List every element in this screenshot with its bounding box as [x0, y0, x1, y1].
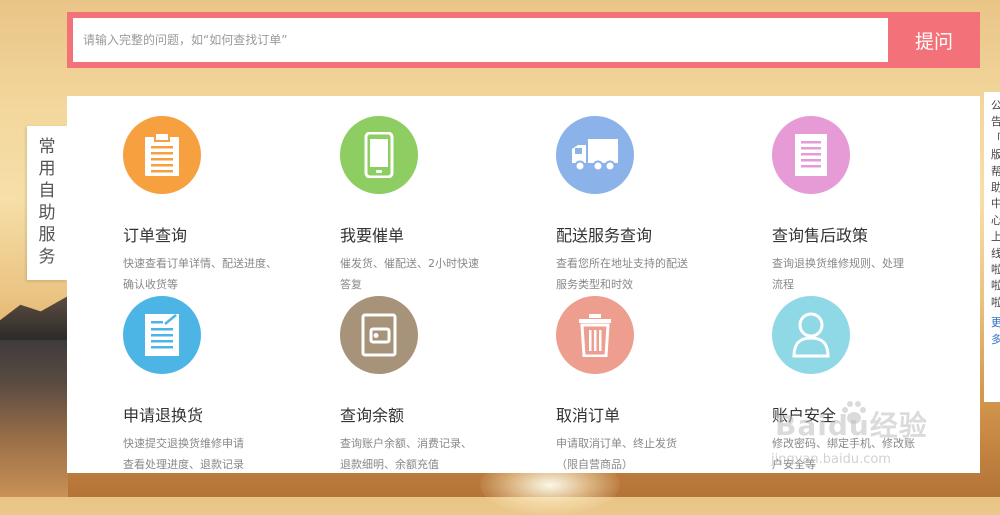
service-after-sale-policy[interactable]: 查询售后政策 查询退换货维修规则、处理 流程 [772, 116, 972, 291]
search-bar: 提问 [67, 12, 980, 68]
service-order-query[interactable]: 订单查询 快速查看订单详情、配送进度、 确认收货等 [123, 116, 323, 291]
service-urge-order[interactable]: 我要催单 催发货、催配送、2小时快速 答复 [340, 116, 540, 291]
service-desc: 申请取消订单、终止发货 （限自营商品） [556, 437, 677, 471]
service-cancel-order[interactable]: 取消订单 申请取消订单、终止发货 （限自营商品） [556, 296, 756, 471]
service-desc: 查询退换货维修规则、处理 流程 [772, 257, 904, 291]
search-input[interactable] [73, 18, 888, 62]
balance-icon-circle [340, 296, 418, 374]
more-link[interactable]: 更多 [991, 315, 1000, 348]
delivery-icon-circle [556, 116, 634, 194]
service-account-security[interactable]: 账户安全 修改密码、绑定手机、修改账 户安全等 [772, 296, 972, 471]
service-desc: 催发货、催配送、2小时快速 答复 [340, 257, 479, 291]
ask-button[interactable]: 提问 [888, 12, 980, 68]
cancel-icon-circle [556, 296, 634, 374]
service-desc: 快速提交退换货维修申请 查看处理进度、退款记录 [123, 437, 244, 471]
trash-icon [579, 314, 611, 357]
service-desc: 修改密码、绑定手机、修改账 户安全等 [772, 437, 915, 471]
self-service-tab-label: 常用自助服务 [38, 137, 56, 267]
service-title: 查询售后政策 [772, 226, 869, 245]
return-icon-circle [123, 296, 201, 374]
document-icon [795, 134, 827, 176]
security-icon-circle [772, 296, 850, 374]
background-hill [0, 296, 68, 340]
service-title: 取消订单 [556, 406, 621, 425]
service-desc: 快速查看订单详情、配送进度、 确认收货等 [123, 257, 277, 291]
notice-text: 公告「新版帮助中心上线啦啦啦」 [991, 99, 1000, 309]
truck-icon [572, 139, 618, 172]
user-icon [792, 312, 830, 358]
order-icon-circle [123, 116, 201, 194]
policy-icon-circle [772, 116, 850, 194]
wallet-icon [361, 313, 397, 357]
clipboard-icon [145, 132, 179, 176]
self-service-tab[interactable]: 常用自助服务 [27, 126, 67, 280]
urge-icon-circle [340, 116, 418, 194]
service-panel: 订单查询 快速查看订单详情、配送进度、 确认收货等 我要催单 催发货、催配送、2… [67, 96, 980, 473]
service-title: 账户安全 [772, 406, 837, 425]
notice-panel: 公告「新版帮助中心上线啦啦啦」 更多 [984, 92, 1000, 402]
service-title: 配送服务查询 [556, 226, 653, 245]
service-balance-query[interactable]: 查询余额 查询账户余额、消费记录、 退款细明、余额充值 [340, 296, 540, 471]
service-title: 申请退换货 [123, 406, 204, 425]
service-title: 订单查询 [123, 226, 188, 245]
service-desc: 查看您所在地址支持的配送 服务类型和时效 [556, 257, 688, 291]
edit-document-icon [145, 314, 179, 356]
service-delivery-query[interactable]: 配送服务查询 查看您所在地址支持的配送 服务类型和时效 [556, 116, 756, 291]
service-desc: 查询账户余额、消费记录、 退款细明、余额充值 [340, 437, 472, 471]
phone-icon [364, 132, 394, 178]
service-title: 我要催单 [340, 226, 405, 245]
service-title: 查询余额 [340, 406, 405, 425]
background-sea [0, 335, 68, 497]
service-return-request[interactable]: 申请退换货 快速提交退换货维修申请 查看处理进度、退款记录 [123, 296, 323, 471]
